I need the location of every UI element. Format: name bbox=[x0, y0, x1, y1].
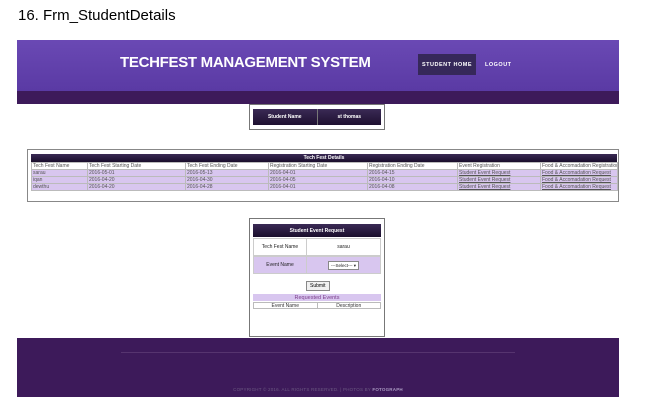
column-header: Registration Starting Date bbox=[268, 162, 368, 170]
event-request-link[interactable]: Student Event Request bbox=[457, 169, 541, 177]
tech-fest-table: Tech Fest Name Tech Fest Starting Date T… bbox=[31, 162, 618, 191]
footer: COPYRIGHT © 2016. ALL RIGHTS RESERVED. |… bbox=[17, 338, 619, 397]
reg-start-cell: 2016-04-01 bbox=[268, 183, 368, 191]
fest-end-cell: 2016-04-28 bbox=[185, 183, 269, 191]
column-header: Registration Ending Date bbox=[367, 162, 458, 170]
food-request-link[interactable]: Food & Accomadation Request bbox=[540, 169, 618, 177]
reg-end-cell: 2016-04-15 bbox=[367, 169, 458, 177]
fest-end-cell: 2016-04-30 bbox=[185, 176, 269, 184]
student-name-label: Student Name bbox=[253, 109, 318, 125]
fest-name-label: Tech Fest Name bbox=[254, 239, 307, 255]
food-request-link[interactable]: Food & Accomadation Request bbox=[540, 176, 618, 184]
footer-divider bbox=[121, 352, 515, 353]
event-request-title: Student Event Request bbox=[253, 224, 381, 237]
nav-logout[interactable]: LOGOUT bbox=[485, 54, 512, 75]
fest-name-cell: sarau bbox=[31, 169, 88, 177]
reg-end-cell: 2016-04-10 bbox=[367, 176, 458, 184]
food-request-link[interactable]: Food & Accomadation Request bbox=[540, 183, 618, 191]
fest-name-cell: dewthu bbox=[31, 183, 88, 191]
table-header-row: Tech Fest Name Tech Fest Starting Date T… bbox=[31, 162, 618, 170]
student-info-row: Student Name st thomas bbox=[253, 109, 381, 125]
column-header: Event Name bbox=[254, 303, 318, 309]
event-name-row: Event Name ---Select--- ▾ bbox=[253, 256, 381, 274]
photos-by-link[interactable]: FOTOGRAPH bbox=[372, 387, 402, 392]
tech-fest-details-title: Tech Fest Details bbox=[31, 154, 617, 162]
student-info-box: Student Name st thomas bbox=[249, 104, 385, 130]
event-name-cell: ---Select--- ▾ bbox=[307, 257, 380, 273]
event-select-value: ---Select--- bbox=[330, 262, 353, 268]
fest-end-cell: 2016-05-13 bbox=[185, 169, 269, 177]
fest-name-value: sarau bbox=[337, 244, 350, 250]
column-header: Tech Fest Name bbox=[31, 162, 88, 170]
column-header: Tech Fest Ending Date bbox=[185, 162, 269, 170]
chevron-down-icon: ▾ bbox=[353, 262, 357, 268]
column-header: Event Registration bbox=[457, 162, 541, 170]
column-header: Description bbox=[336, 302, 362, 309]
event-name-label: Event Name bbox=[254, 257, 307, 273]
header: TECHFEST MANAGEMENT SYSTEM STUDENT HOME … bbox=[17, 40, 619, 91]
column-header: Tech Fest Starting Date bbox=[87, 162, 186, 170]
header-band bbox=[17, 91, 619, 104]
column-header: Food & Accomadation Registration bbox=[540, 162, 618, 170]
table-row: sarau 2016-05-01 2016-05-13 2016-04-01 2… bbox=[31, 169, 618, 177]
reg-start-cell: 2016-04-05 bbox=[268, 176, 368, 184]
document-title: 16. Frm_StudentDetails bbox=[18, 7, 176, 24]
fest-start-cell: 2016-04-20 bbox=[87, 176, 186, 184]
requested-events-title: Requested Events bbox=[253, 294, 381, 301]
table-row: dewthu 2016-04-20 2016-04-28 2016-04-01 … bbox=[31, 183, 618, 191]
app-title: TECHFEST MANAGEMENT SYSTEM bbox=[120, 54, 371, 71]
requested-events-header: Event Name Description bbox=[253, 302, 381, 309]
event-name-select[interactable]: ---Select--- ▾ bbox=[327, 260, 360, 270]
fest-name-row: Tech Fest Name sarau bbox=[253, 238, 381, 256]
copyright-label: COPYRIGHT © 2016. ALL RIGHTS RESERVED. |… bbox=[233, 387, 371, 392]
fest-start-cell: 2016-04-20 bbox=[87, 183, 186, 191]
submit-button[interactable]: Submit bbox=[306, 281, 330, 291]
event-request-link[interactable]: Student Event Request bbox=[457, 183, 541, 191]
reg-start-cell: 2016-04-01 bbox=[268, 169, 368, 177]
table-row: iqan 2016-04-20 2016-04-30 2016-04-05 20… bbox=[31, 176, 618, 184]
nav-student-home[interactable]: STUDENT HOME bbox=[418, 54, 476, 75]
fest-name-cell: iqan bbox=[31, 176, 88, 184]
reg-end-cell: 2016-04-08 bbox=[367, 183, 458, 191]
student-name-value: st thomas bbox=[337, 114, 362, 120]
app-page: TECHFEST MANAGEMENT SYSTEM STUDENT HOME … bbox=[17, 40, 619, 397]
event-request-link[interactable]: Student Event Request bbox=[457, 176, 541, 184]
event-request-form: Student Event Request Tech Fest Name sar… bbox=[249, 218, 385, 337]
tech-fest-details: Tech Fest Details Tech Fest Name Tech Fe… bbox=[27, 149, 619, 202]
fest-start-cell: 2016-05-01 bbox=[87, 169, 186, 177]
copyright-text: COPYRIGHT © 2016. ALL RIGHTS RESERVED. |… bbox=[17, 387, 619, 392]
